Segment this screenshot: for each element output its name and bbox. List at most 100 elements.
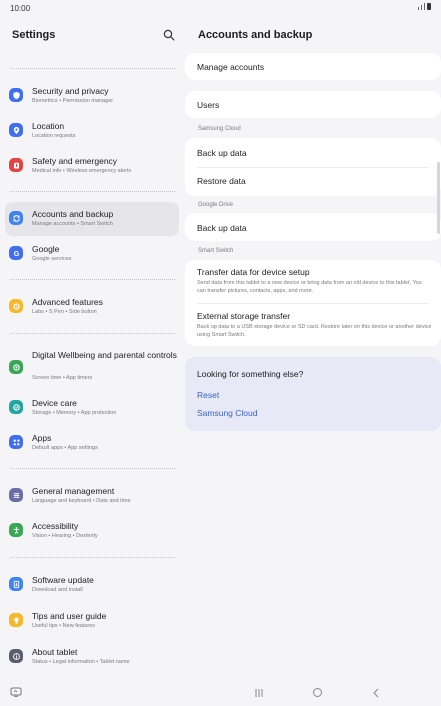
menu-item-subtitle: Labs • S Pen • Side button (32, 309, 97, 315)
sidebar-item-tips-and-user-guide[interactable]: Tips and user guide Useful tips • New fe… (5, 604, 179, 638)
apps-grid-icon (9, 435, 23, 449)
menu-item-title: Accounts and backup (32, 209, 114, 219)
back-icon[interactable] (372, 688, 380, 698)
back-up-data-link[interactable]: Back up data (197, 148, 247, 158)
divider (10, 468, 175, 469)
settings-list-pane: Settings Security and privacy Biometrics… (0, 16, 185, 680)
separator (197, 167, 429, 168)
sliders-icon (9, 488, 23, 502)
status-time: 10:00 (10, 4, 31, 13)
menu-item-subtitle: Google services (32, 256, 72, 262)
wellbeing-icon (9, 360, 23, 374)
signal-bar (424, 3, 425, 10)
users-link[interactable]: Users (197, 100, 219, 110)
menu-item-subtitle: Location requests (32, 133, 76, 139)
navigation-bar (0, 680, 441, 706)
update-icon (9, 577, 23, 591)
page-title: Settings (12, 29, 56, 41)
search-icon[interactable] (163, 29, 175, 41)
svg-text:G: G (13, 249, 19, 258)
looking-for-something-else-card: Looking for something else? Reset Samsun… (185, 357, 441, 431)
manage-accounts-link[interactable]: Manage accounts (197, 62, 264, 72)
smart-switch-card: Transfer data for device setup Send data… (185, 260, 441, 346)
google-icon: G (9, 246, 23, 260)
menu-item-title: Software update (32, 575, 94, 585)
divider (10, 279, 175, 280)
users-card[interactable]: Users (185, 91, 441, 118)
sidebar-item-security-and-privacy[interactable]: Security and privacy Biometrics • Permis… (5, 79, 179, 113)
section-label-smart-switch: Smart Switch (198, 248, 234, 254)
signal-bar (421, 5, 422, 10)
menu-item-title: Advanced features (32, 297, 103, 307)
device-care-icon (9, 400, 23, 414)
menu-item-title: Device care (32, 398, 77, 408)
menu-item-subtitle: Default apps • App settings (32, 445, 98, 451)
status-bar: 10:00 (0, 0, 441, 16)
detail-title: Accounts and backup (198, 29, 313, 41)
menu-item-title: Security and privacy (32, 86, 109, 96)
sidebar-item-software-update[interactable]: Software update Download and install (5, 568, 179, 602)
accessibility-icon (9, 523, 23, 537)
restore-data-link[interactable]: Restore data (197, 176, 246, 186)
sidebar-item-location[interactable]: Location Location requests (5, 114, 179, 148)
edge-panel-handle[interactable] (437, 162, 440, 234)
menu-item-subtitle: Storage • Memory • App protection (32, 410, 117, 416)
sidebar-item-general-management[interactable]: General management Language and keyboard… (5, 479, 179, 513)
samsung-cloud-card: Back up data Restore data (185, 138, 441, 196)
location-pin-icon (9, 123, 23, 137)
divider (10, 333, 175, 334)
divider (10, 191, 175, 192)
sidebar-item-apps[interactable]: Apps Default apps • App settings (5, 426, 179, 460)
menu-item-title: Tips and user guide (32, 611, 107, 621)
section-label-samsung-cloud: Samsung Cloud (198, 126, 241, 132)
divider (10, 68, 175, 69)
shield-icon (9, 88, 23, 102)
menu-item-title: Google (32, 244, 60, 254)
menu-item-subtitle: Language and keyboard • Date and time (32, 498, 131, 504)
emergency-icon (9, 158, 23, 172)
transfer-data-description: Send data from this tablet to a new devi… (197, 280, 422, 294)
menu-item-title: Safety and emergency (32, 156, 118, 166)
accounts-and-backup-pane: Accounts and backup Manage accounts User… (185, 16, 441, 680)
menu-item-subtitle: Download and install (32, 587, 83, 593)
help-title: Looking for something else? (197, 369, 304, 379)
menu-item-title: Digital Wellbeing and parental controls (32, 350, 177, 360)
sidebar-item-digital-wellbeing[interactable]: Digital Wellbeing and parental controls … (5, 346, 179, 390)
home-icon[interactable] (313, 688, 322, 697)
menu-item-subtitle: Status • Legal information • Tablet name (32, 659, 130, 665)
sidebar-item-accessibility[interactable]: Accessibility Vision • Hearing • Dexteri… (5, 514, 179, 548)
sidebar-item-about-tablet[interactable]: About tablet Status • Legal information … (5, 640, 179, 674)
sidebar-item-safety-and-emergency[interactable]: Safety and emergency Medical info • Wire… (5, 149, 179, 183)
google-back-up-data-link[interactable]: Back up data (197, 223, 247, 233)
menu-item-title: General management (32, 486, 115, 496)
recent-apps-icon[interactable] (254, 689, 264, 697)
battery-icon (427, 3, 431, 10)
google-drive-card[interactable]: Back up data (185, 213, 441, 241)
transfer-data-title[interactable]: Transfer data for device setup (197, 267, 310, 277)
reset-link[interactable]: Reset (197, 390, 219, 400)
menu-item-title: Accessibility (32, 521, 79, 531)
manage-accounts-card[interactable]: Manage accounts (185, 53, 441, 80)
menu-item-subtitle: Vision • Hearing • Dexterity (32, 533, 98, 539)
sidebar-item-device-care[interactable]: Device care Storage • Memory • App prote… (5, 391, 179, 425)
status-icons (418, 3, 431, 10)
external-storage-title[interactable]: External storage transfer (197, 311, 290, 321)
menu-item-title: Location (32, 121, 65, 131)
menu-item-title: Apps (32, 433, 52, 443)
menu-item-subtitle: Useful tips • New features (32, 623, 96, 629)
menu-item-title: About tablet (32, 647, 78, 657)
section-label-google-drive: Google Drive (198, 202, 234, 208)
taskbar-icon[interactable] (10, 687, 22, 697)
sidebar-item-advanced-features[interactable]: Advanced features Labs • S Pen • Side bu… (5, 290, 179, 324)
sync-icon (9, 211, 23, 225)
external-storage-description: Back up data to a USB storage device or … (197, 324, 432, 338)
menu-item-subtitle: Manage accounts • Smart Switch (32, 221, 113, 227)
bulb-icon (9, 613, 23, 627)
menu-item-subtitle: Screen time • App timers (32, 375, 93, 381)
menu-item-subtitle: Biometrics • Permission manager (32, 98, 114, 104)
samsung-cloud-link[interactable]: Samsung Cloud (197, 408, 257, 418)
divider (10, 557, 175, 558)
sidebar-item-accounts-and-backup[interactable]: Accounts and backup Manage accounts • Sm… (5, 202, 179, 236)
sidebar-item-google[interactable]: G Google Google services (5, 237, 179, 271)
signal-icon (418, 7, 419, 10)
